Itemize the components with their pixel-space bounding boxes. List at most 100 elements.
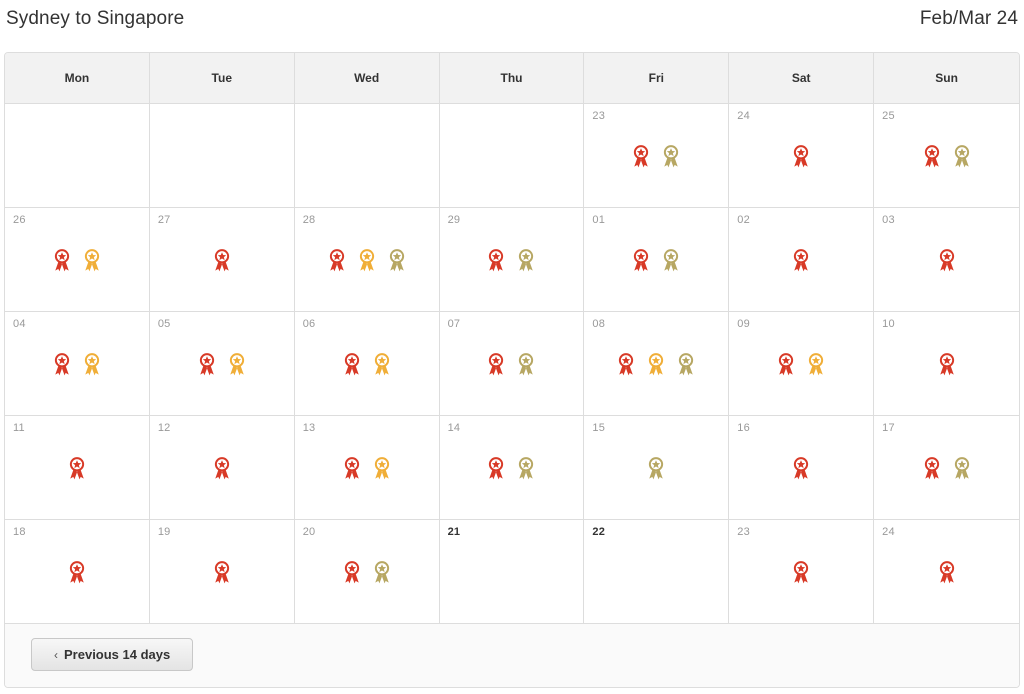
award-ribbon-red-icon[interactable]	[792, 560, 810, 584]
day-number: 04	[13, 318, 26, 330]
calendar-day-cell[interactable]: 09	[729, 312, 875, 415]
award-ribbon-red-icon[interactable]	[938, 352, 956, 376]
award-ribbon-red-icon[interactable]	[792, 248, 810, 272]
award-ribbon-red-icon[interactable]	[343, 352, 361, 376]
chevron-left-icon: ‹	[54, 647, 58, 662]
award-ribbon-gold-icon[interactable]	[647, 352, 665, 376]
day-number: 13	[302, 422, 316, 434]
calendar-day-cell[interactable]: 28	[294, 208, 440, 311]
award-ribbon-tan-icon[interactable]	[953, 144, 971, 168]
award-ribbon-tan-icon[interactable]	[517, 248, 535, 272]
award-ribbon-tan-icon[interactable]	[677, 352, 695, 376]
award-ribbon-red-icon[interactable]	[777, 352, 795, 376]
calendar-day-cell[interactable]: 17	[874, 416, 1019, 519]
calendar-day-cell[interactable]: 23	[729, 520, 875, 623]
award-ribbon-red-icon[interactable]	[487, 248, 505, 272]
calendar-day-cell[interactable]: 24	[874, 520, 1019, 623]
award-ribbon-group	[150, 456, 294, 480]
day-number: 26	[13, 214, 26, 226]
award-ribbon-red-icon[interactable]	[213, 248, 231, 272]
calendar-day-cell[interactable]: 25	[874, 104, 1019, 207]
calendar-body: 23 24 25 26 27 28 29 01 02 03 04 05 06 07 08 09 10 11 12 13…	[5, 104, 1019, 623]
award-ribbon-tan-icon[interactable]	[662, 144, 680, 168]
calendar-day-cell[interactable]: 04	[5, 312, 150, 415]
calendar-day-cell[interactable]: 15	[584, 416, 730, 519]
previous-14-days-button[interactable]: ‹ Previous 14 days	[31, 638, 194, 671]
calendar-day-cell[interactable]: 01	[584, 208, 730, 311]
award-ribbon-group	[729, 248, 873, 272]
calendar-day-cell[interactable]: 21	[439, 520, 585, 623]
award-ribbon-red-icon[interactable]	[343, 560, 361, 584]
calendar-day-cell[interactable]: 27	[149, 208, 295, 311]
calendar-day-cell[interactable]: 19	[149, 520, 295, 623]
calendar-week-row: 11 12 13 14 15 16 17	[5, 416, 1019, 520]
calendar-day-cell[interactable]: 11	[5, 416, 150, 519]
day-number: 19	[157, 526, 171, 538]
award-ribbon-red-icon[interactable]	[68, 456, 86, 480]
award-ribbon-red-icon[interactable]	[923, 144, 941, 168]
award-ribbon-tan-icon[interactable]	[517, 352, 535, 376]
award-ribbon-red-icon[interactable]	[53, 248, 71, 272]
day-number: 28	[302, 214, 316, 226]
calendar-day-cell[interactable]: 14	[439, 416, 585, 519]
award-ribbon-group	[295, 456, 439, 480]
calendar-day-cell[interactable]: 23	[584, 104, 730, 207]
award-ribbon-red-icon[interactable]	[53, 352, 71, 376]
calendar-day-cell[interactable]: 13	[294, 416, 440, 519]
award-ribbon-red-icon[interactable]	[328, 248, 346, 272]
calendar-day-cell[interactable]: 02	[729, 208, 875, 311]
day-number: 12	[157, 422, 171, 434]
award-calendar: Mon Tue Wed Thu Fri Sat Sun 23 24 25 26 27 28 29 01 02…	[4, 52, 1020, 688]
day-number: 09	[737, 318, 750, 330]
calendar-day-cell[interactable]: 29	[439, 208, 585, 311]
award-ribbon-tan-icon[interactable]	[388, 248, 406, 272]
calendar-day-cell[interactable]: 07	[439, 312, 585, 415]
award-ribbon-red-icon[interactable]	[938, 248, 956, 272]
award-ribbon-group	[874, 352, 1019, 376]
award-ribbon-gold-icon[interactable]	[373, 352, 391, 376]
award-ribbon-gold-icon[interactable]	[373, 456, 391, 480]
calendar-day-cell[interactable]: 12	[149, 416, 295, 519]
award-ribbon-group	[440, 352, 584, 376]
award-ribbon-gold-icon[interactable]	[228, 352, 246, 376]
calendar-day-cell[interactable]: 18	[5, 520, 150, 623]
award-ribbon-red-icon[interactable]	[68, 560, 86, 584]
calendar-day-cell[interactable]: 08	[584, 312, 730, 415]
award-ribbon-tan-icon[interactable]	[373, 560, 391, 584]
calendar-day-cell[interactable]: 20	[294, 520, 440, 623]
award-ribbon-gold-icon[interactable]	[83, 248, 101, 272]
calendar-day-cell[interactable]: 16	[729, 416, 875, 519]
award-ribbon-gold-icon[interactable]	[807, 352, 825, 376]
award-ribbon-red-icon[interactable]	[198, 352, 216, 376]
award-ribbon-red-icon[interactable]	[617, 352, 635, 376]
award-ribbon-red-icon[interactable]	[213, 560, 231, 584]
award-ribbon-group	[729, 144, 873, 168]
award-ribbon-red-icon[interactable]	[792, 456, 810, 480]
award-ribbon-group	[440, 248, 584, 272]
award-ribbon-red-icon[interactable]	[792, 144, 810, 168]
award-ribbon-tan-icon[interactable]	[647, 456, 665, 480]
award-ribbon-red-icon[interactable]	[923, 456, 941, 480]
award-ribbon-tan-icon[interactable]	[517, 456, 535, 480]
calendar-day-cell[interactable]: 06	[294, 312, 440, 415]
award-ribbon-tan-icon[interactable]	[953, 456, 971, 480]
award-ribbon-gold-icon[interactable]	[83, 352, 101, 376]
award-ribbon-tan-icon[interactable]	[662, 248, 680, 272]
weekday-header-tue: Tue	[150, 53, 295, 103]
calendar-day-cell[interactable]: 24	[729, 104, 875, 207]
award-ribbon-red-icon[interactable]	[632, 144, 650, 168]
calendar-day-cell[interactable]: 22	[584, 520, 730, 623]
award-ribbon-red-icon[interactable]	[632, 248, 650, 272]
award-ribbon-red-icon[interactable]	[213, 456, 231, 480]
award-ribbon-red-icon[interactable]	[938, 560, 956, 584]
award-ribbon-red-icon[interactable]	[487, 456, 505, 480]
calendar-day-cell[interactable]: 03	[874, 208, 1019, 311]
calendar-day-cell[interactable]: 10	[874, 312, 1019, 415]
award-ribbon-gold-icon[interactable]	[358, 248, 376, 272]
calendar-day-cell[interactable]: 26	[5, 208, 150, 311]
calendar-day-cell[interactable]: 05	[149, 312, 295, 415]
calendar-day-cell-empty	[5, 104, 150, 207]
award-ribbon-group	[874, 560, 1019, 584]
award-ribbon-red-icon[interactable]	[487, 352, 505, 376]
award-ribbon-red-icon[interactable]	[343, 456, 361, 480]
